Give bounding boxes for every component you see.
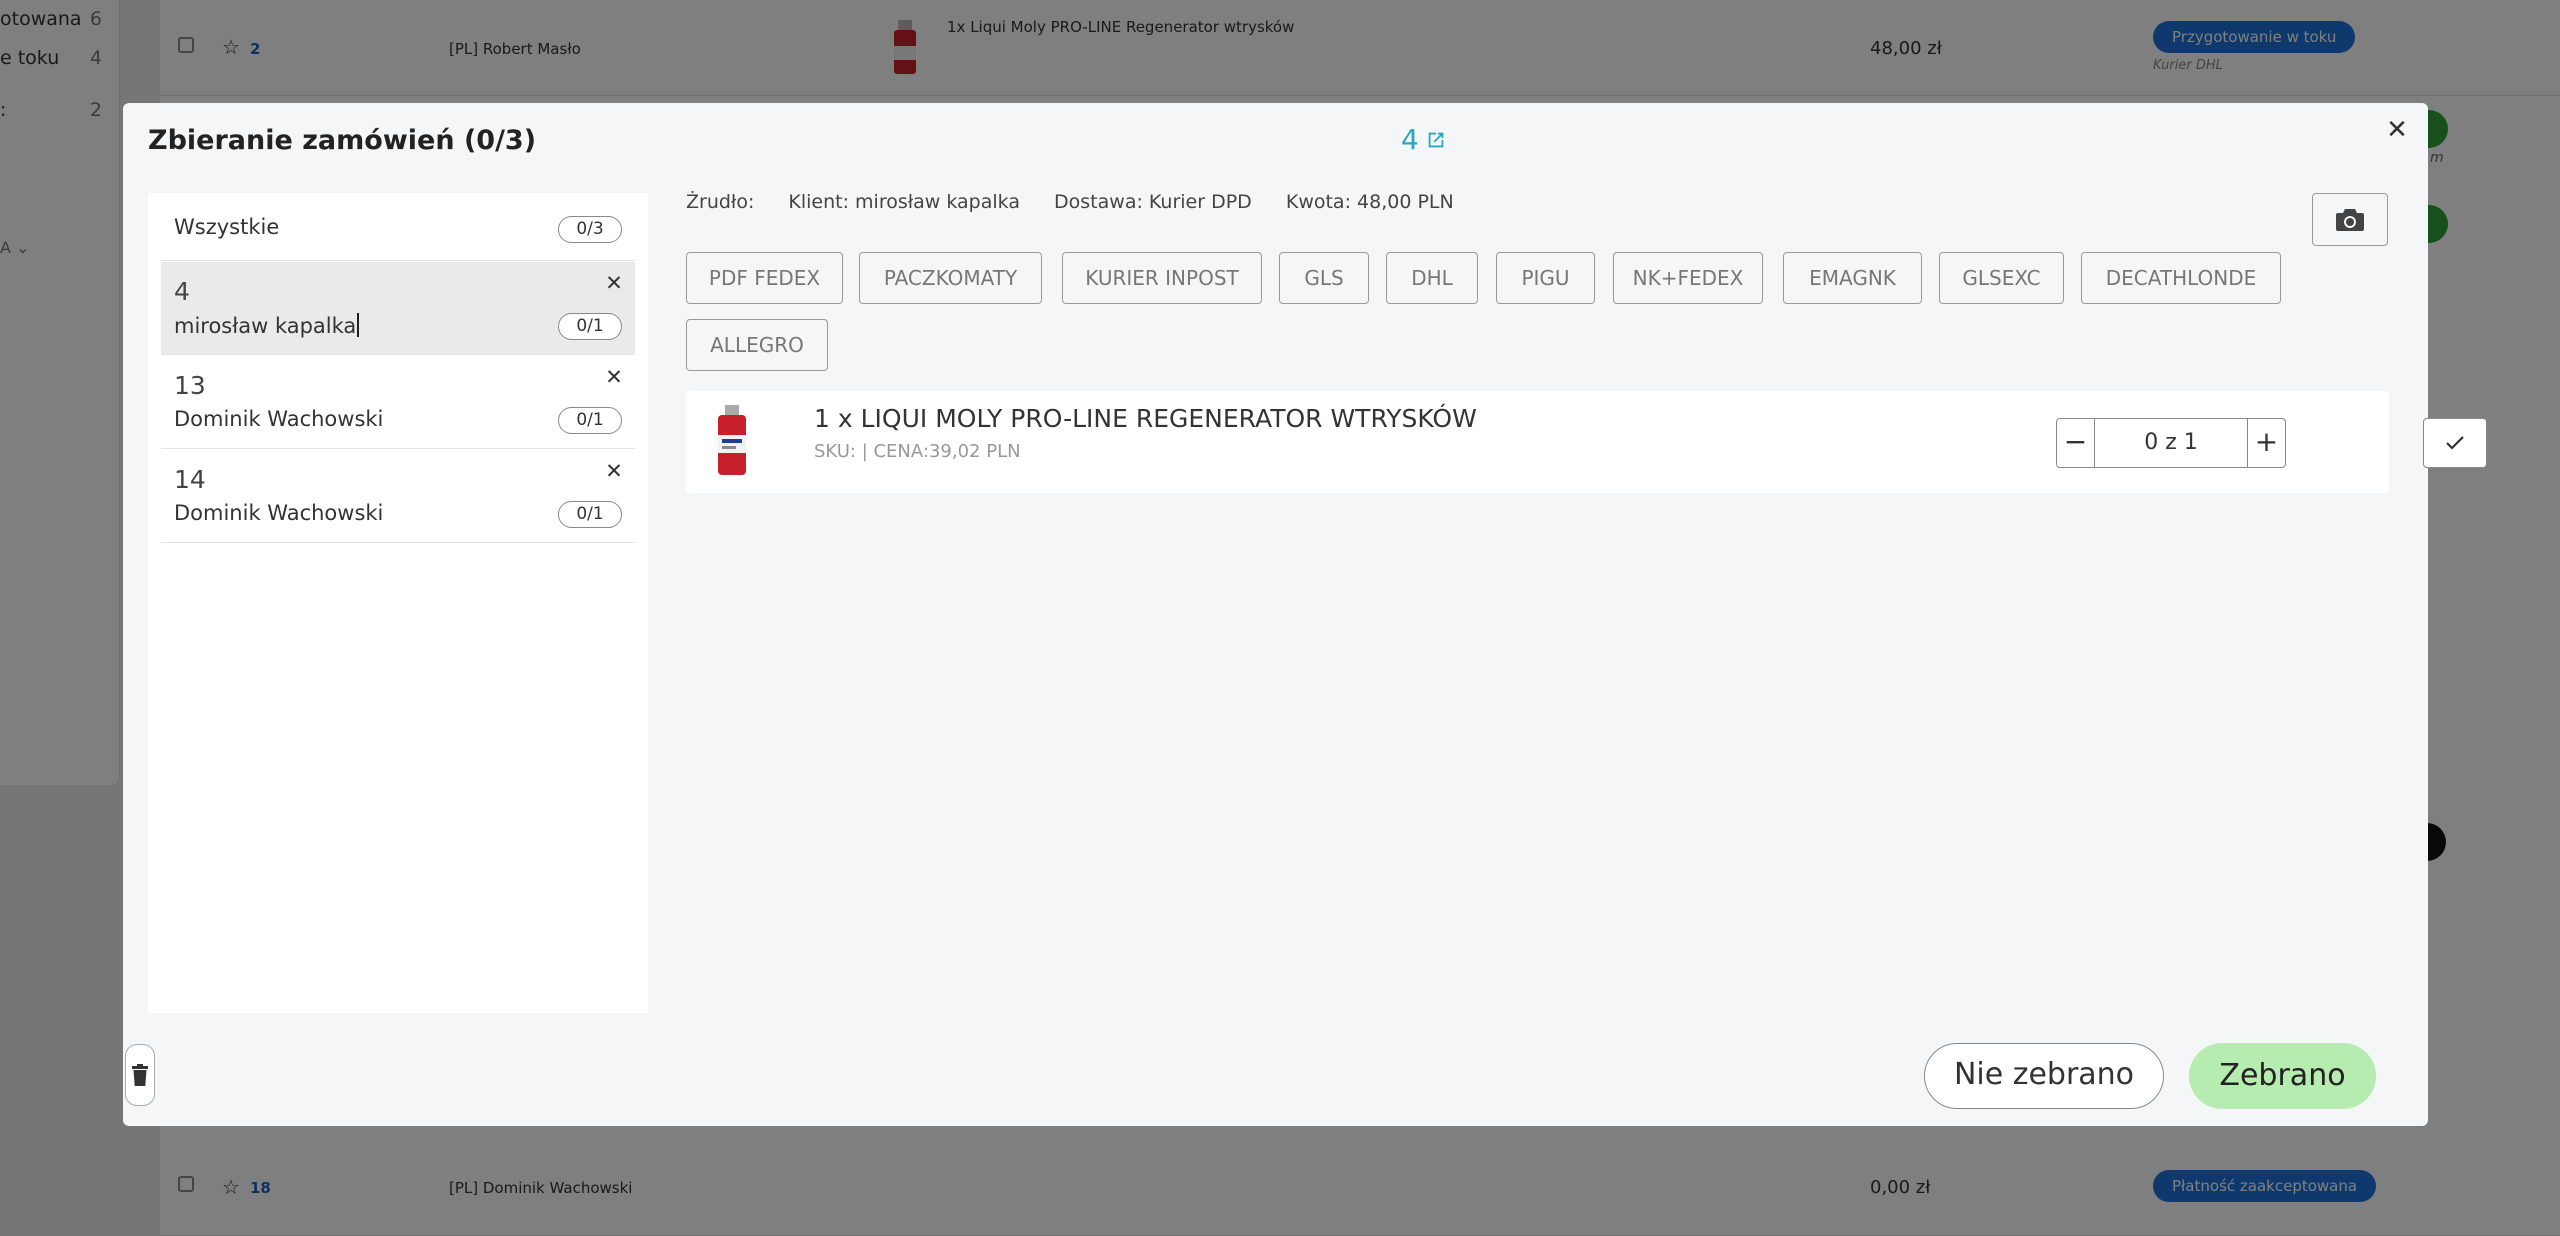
- list-item[interactable]: 14 ✕ Dominik Wachowski 0/1: [161, 450, 635, 543]
- close-icon: ✕: [2386, 115, 2408, 145]
- quantity-stepper: − 0 z 1 +: [2056, 418, 2286, 468]
- collect-orders-modal: Zbieranie zamówień (0/3) 4 ✕ Wszystkie 0…: [123, 103, 2487, 1126]
- confirm-item-button[interactable]: [2423, 418, 2487, 468]
- list-item-count: 0/1: [558, 313, 622, 340]
- shipping-button-gls[interactable]: GLS: [1279, 252, 1369, 304]
- trash-icon: [132, 1064, 148, 1086]
- shipping-button-dhl[interactable]: DHL: [1386, 252, 1478, 304]
- remove-icon[interactable]: ✕: [603, 366, 625, 388]
- list-item-name-text: mirosław kapalka: [174, 314, 357, 338]
- shipping-button-allegro[interactable]: ALLEGRO: [686, 319, 828, 371]
- shipping-button-glsexc[interactable]: GLSEXC: [1939, 252, 2064, 304]
- info-client: Klient: mirosław kapalka: [788, 191, 1020, 213]
- list-item[interactable]: 13 ✕ Dominik Wachowski 0/1: [161, 356, 635, 449]
- minus-icon: −: [2063, 425, 2088, 458]
- list-item-count: 0/3: [558, 216, 622, 243]
- external-link-icon: [1428, 132, 1444, 147]
- shipping-button-nk-fedex[interactable]: NK+FEDEX: [1613, 252, 1763, 304]
- info-amount: Kwota: 48,00 PLN: [1285, 191, 1454, 213]
- shipping-button-emagnk[interactable]: EMAGNK: [1783, 252, 1922, 304]
- order-list-panel: Wszystkie 0/3 4 ✕ mirosław kapalka 0/1 1…: [148, 193, 648, 1013]
- collected-button[interactable]: Zebrano: [2189, 1043, 2376, 1109]
- list-item-number: 4: [174, 277, 190, 306]
- shipping-button-pdf-fedex[interactable]: PDF FEDEX: [686, 252, 843, 304]
- increment-button[interactable]: +: [2248, 419, 2285, 467]
- check-icon: [2446, 436, 2464, 450]
- shipping-button-pigu[interactable]: PIGU: [1496, 252, 1595, 304]
- list-item-count: 0/1: [558, 501, 622, 528]
- list-item-name: mirosław kapalka: [174, 313, 360, 338]
- shipping-button-paczkomaty[interactable]: PACZKOMATY: [859, 252, 1042, 304]
- order-link-number: 4: [1401, 123, 1419, 156]
- info-delivery: Dostawa: Kurier DPD: [1054, 191, 1252, 213]
- product-card: 1 x LIQUI MOLY PRO-LINE REGENERATOR WTRY…: [686, 391, 2487, 493]
- info-source: Żrudło:: [686, 191, 755, 213]
- plus-icon: +: [2254, 425, 2279, 458]
- list-item[interactable]: 4 ✕ mirosław kapalka 0/1: [161, 262, 635, 355]
- not-collected-button[interactable]: Nie zebrano: [1924, 1043, 2164, 1109]
- quantity-value[interactable]: 0 z 1: [2094, 419, 2248, 467]
- remove-icon[interactable]: ✕: [603, 272, 625, 294]
- list-item-number: 14: [174, 465, 206, 494]
- camera-icon: [2336, 208, 2364, 231]
- product-image: [718, 405, 746, 475]
- camera-button[interactable]: [2312, 193, 2388, 246]
- shipping-button-kurier-inpost[interactable]: KURIER INPOST: [1062, 252, 1262, 304]
- shipping-button-decathlonde[interactable]: DECATHLONDE: [2081, 252, 2281, 304]
- product-sku: SKU: | CENA:39,02 PLN: [814, 441, 1021, 462]
- list-item-label: Wszystkie: [174, 215, 280, 239]
- modal-title: Zbieranie zamówień (0/3): [148, 125, 537, 156]
- remove-icon[interactable]: ✕: [603, 460, 625, 482]
- list-item-all[interactable]: Wszystkie 0/3: [161, 193, 635, 261]
- list-item-name: Dominik Wachowski: [174, 501, 384, 525]
- order-link[interactable]: 4: [1401, 123, 1447, 156]
- order-info: Żrudło: Klient: mirosław kapalka Dostawa…: [686, 191, 1482, 213]
- close-button[interactable]: ✕: [2382, 115, 2412, 145]
- text-caret: [357, 313, 360, 337]
- delete-button[interactable]: [125, 1044, 155, 1106]
- product-name: 1 x LIQUI MOLY PRO-LINE REGENERATOR WTRY…: [814, 404, 1477, 433]
- list-item-count: 0/1: [558, 407, 622, 434]
- list-item-name: Dominik Wachowski: [174, 407, 384, 431]
- decrement-button[interactable]: −: [2057, 419, 2094, 467]
- list-item-number: 13: [174, 371, 206, 400]
